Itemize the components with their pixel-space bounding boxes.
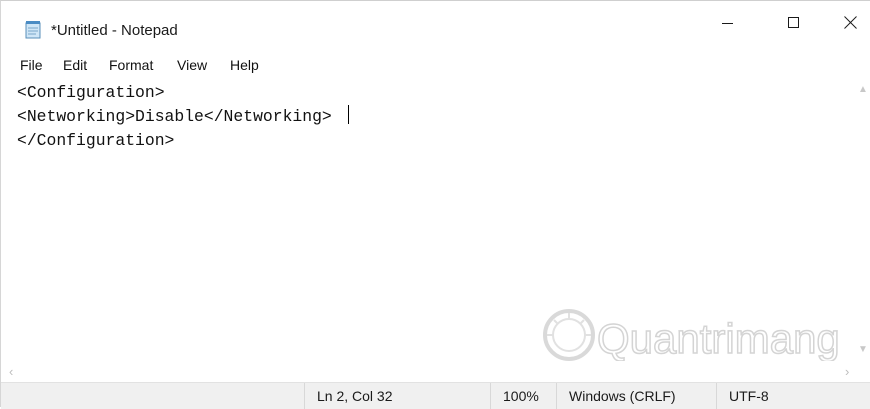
window-title: *Untitled - Notepad: [51, 22, 178, 39]
scroll-left-icon[interactable]: ‹: [9, 364, 13, 379]
editor-line: <Configuration>: [17, 83, 165, 102]
close-button[interactable]: [827, 1, 870, 49]
menu-bar: File Edit Format View Help: [1, 49, 870, 77]
close-icon: [843, 16, 857, 34]
title-bar[interactable]: *Untitled - Notepad: [1, 1, 870, 49]
maximize-icon: [788, 16, 800, 34]
maximize-button[interactable]: [771, 1, 817, 49]
scroll-down-icon[interactable]: ▼: [858, 344, 868, 355]
line-ending: Windows (CRLF): [556, 383, 716, 409]
editor-line: <Networking>Disable</Networking>: [17, 107, 332, 126]
horizontal-scrollbar[interactable]: ‹ ›: [9, 361, 854, 379]
cursor-position: Ln 2, Col 32: [304, 383, 490, 409]
notepad-icon: [24, 20, 43, 39]
vertical-scrollbar[interactable]: ▲ ▼: [854, 78, 870, 361]
menu-format[interactable]: Format: [109, 57, 153, 73]
status-bar: Ln 2, Col 32 100% Windows (CRLF) UTF-8: [1, 382, 870, 409]
notepad-window: *Untitled - Notepad File Edit Format Vie…: [0, 0, 870, 409]
scrollbar-corner: [854, 361, 870, 378]
encoding: UTF-8: [716, 383, 870, 409]
menu-view[interactable]: View: [177, 57, 207, 73]
minimize-button[interactable]: [705, 1, 751, 49]
menu-help[interactable]: Help: [230, 57, 259, 73]
svg-text:Quantrimang: Quantrimang: [597, 315, 840, 362]
text-caret: [348, 105, 349, 124]
editor-line: </Configuration>: [17, 131, 175, 150]
zoom-level: 100%: [490, 383, 556, 409]
scroll-up-icon[interactable]: ▲: [858, 84, 868, 95]
minimize-icon: [722, 16, 734, 34]
menu-file[interactable]: File: [20, 57, 43, 73]
menu-edit[interactable]: Edit: [63, 57, 87, 73]
scroll-right-icon[interactable]: ›: [845, 364, 849, 379]
quantrimang-watermark: Quantrimang: [541, 305, 841, 365]
